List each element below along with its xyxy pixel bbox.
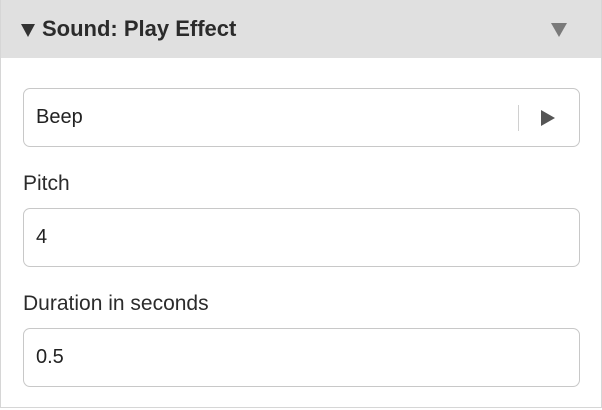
duration-input[interactable] xyxy=(23,328,580,387)
select-divider xyxy=(518,104,519,131)
panel-menu-chevron-icon[interactable] xyxy=(551,23,567,37)
panel-header[interactable]: Sound: Play Effect xyxy=(1,0,601,58)
sound-play-effect-panel: Sound: Play Effect Beep Pitch Duration i… xyxy=(0,0,602,408)
collapse-triangle-icon[interactable] xyxy=(21,23,35,37)
sound-select[interactable]: Beep xyxy=(23,88,580,147)
duration-label: Duration in seconds xyxy=(23,292,209,315)
panel-body: Beep Pitch Duration in seconds xyxy=(1,58,601,387)
pitch-label: Pitch xyxy=(23,172,70,195)
play-icon[interactable] xyxy=(541,109,555,126)
sound-select-value: Beep xyxy=(36,106,83,128)
panel-title: Sound: Play Effect xyxy=(42,16,237,41)
pitch-input[interactable] xyxy=(23,208,580,267)
